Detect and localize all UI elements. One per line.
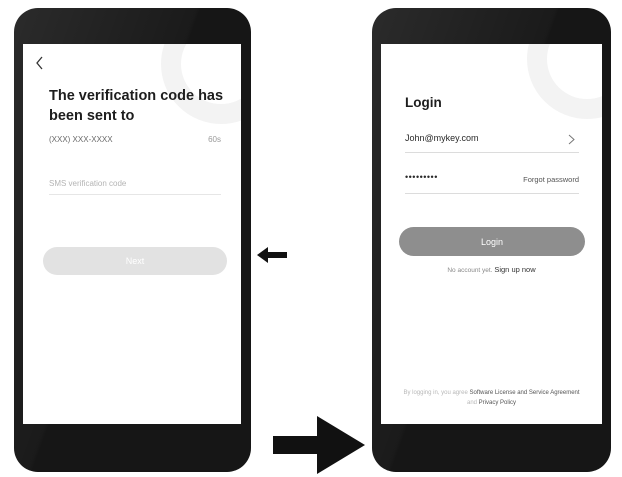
chevron-left-icon[interactable] (35, 56, 45, 70)
phone-number: (XXX) XXX-XXXX (49, 135, 113, 144)
email-field[interactable]: John@mykey.com (405, 130, 579, 153)
sms-code-input[interactable] (49, 172, 221, 195)
phone-login: Login John@mykey.com ••••••••• Forgot pa… (372, 8, 611, 472)
login-button[interactable]: Login (399, 227, 585, 256)
verification-screen: The verification code has been sent to (… (23, 44, 241, 424)
chevron-right-icon[interactable] (568, 134, 575, 145)
signup-prompt-text: No account yet. (447, 267, 493, 274)
forgot-password-link[interactable]: Forgot password (523, 175, 579, 184)
page-title: The verification code has been sent to (49, 88, 224, 124)
license-link[interactable]: Software License and Service Agreement (470, 390, 580, 396)
password-value: ••••••••• (405, 172, 438, 182)
agreement-text: By logging in, you agree Software Licens… (401, 388, 582, 408)
login-screen: Login John@mykey.com ••••••••• Forgot pa… (381, 44, 602, 424)
agreement-prefix: By logging in, you agree (403, 390, 468, 396)
agreement-and: and (466, 400, 477, 406)
arrow-left-icon (257, 247, 287, 263)
next-button[interactable]: Next (43, 247, 227, 275)
password-field[interactable]: ••••••••• Forgot password (405, 171, 579, 194)
arrow-right-icon (273, 416, 365, 474)
signup-link[interactable]: Sign up now (494, 265, 535, 274)
decorative-ring (527, 44, 602, 119)
countdown-timer: 60s (208, 135, 221, 144)
phone-verification: The verification code has been sent to (… (14, 8, 251, 472)
email-value: John@mykey.com (405, 133, 479, 143)
signup-prompt: No account yet. Sign up now (381, 265, 602, 274)
privacy-link[interactable]: Privacy Policy (479, 400, 516, 406)
page-title: Login (405, 95, 442, 110)
